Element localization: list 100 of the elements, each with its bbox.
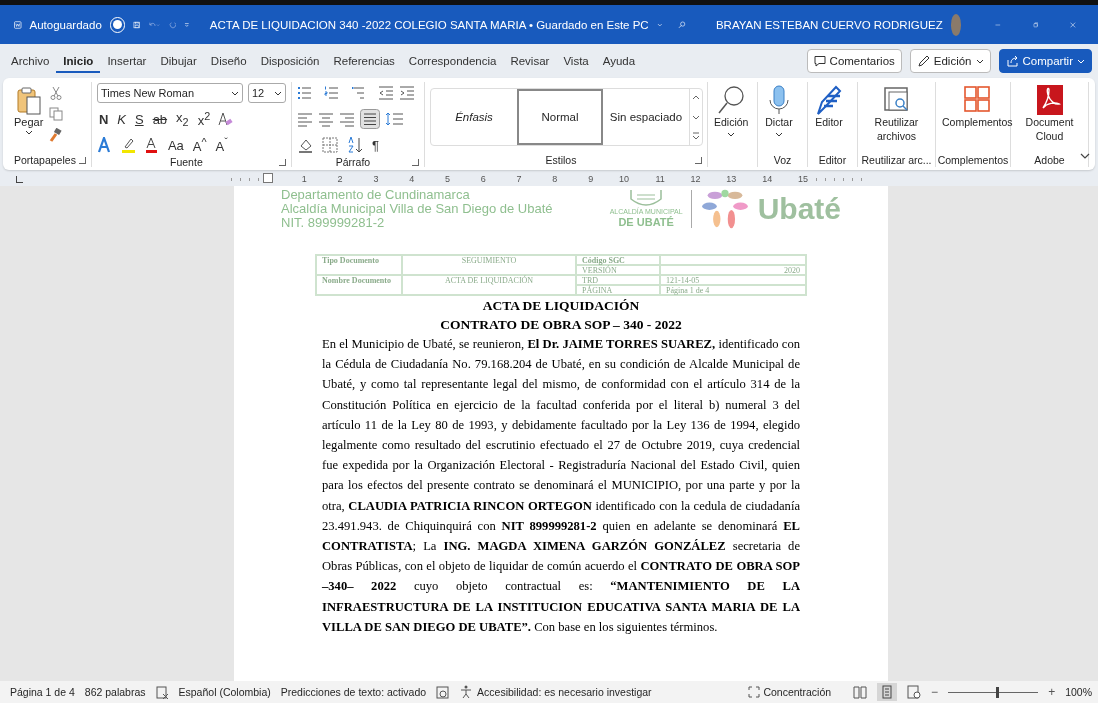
menu-tab[interactable]: Archivo [4,49,57,73]
format-button[interactable]: K [115,111,128,127]
format-button[interactable]: x$_{2}$ [174,110,191,128]
font-size-field[interactable]: 12 [247,83,286,103]
menu-tab[interactable]: Inicio [56,49,101,73]
document-heading: CONTRATO DE OBRA SOP – 340 - 2022 [440,316,682,334]
align-center-icon[interactable] [317,111,334,127]
font-name-field[interactable]: Times New Roman [96,83,243,103]
sort-icon[interactable] [346,136,365,154]
format-button[interactable]: x$^{2}$ [195,109,213,129]
scroll-down-icon[interactable] [692,113,700,121]
align-left-icon[interactable] [296,111,313,127]
table-cell: TRD [576,275,660,285]
zoom-level[interactable]: 100% [1065,686,1092,698]
word-count[interactable]: 862 palabras [84,686,146,698]
format-button[interactable]: S [132,111,146,127]
print-layout-icon[interactable] [877,683,898,701]
dialog-launcher-icon[interactable] [695,156,702,164]
group-label: Voz [773,154,792,166]
align-right-icon[interactable] [338,111,355,127]
menu-tab[interactable]: Revisar [503,49,557,73]
copy-icon[interactable] [49,107,64,121]
decrease-indent-icon[interactable] [377,85,394,101]
tab-selector-icon[interactable] [16,175,23,183]
share-icon [1005,54,1019,68]
menu-tab[interactable]: Referencias [326,49,402,73]
show-formatting-button[interactable]: ¶ [369,137,381,153]
group-label: Párrafo [334,156,372,168]
document-title[interactable]: ACTA DE LIQUIDACION 340 -2022 COLEGIO SANTA MARIA • Guardado en Este PC [209,18,649,31]
user-name[interactable]: BRAYAN ESTEBAN CUERVO RODRIGUEZ [715,18,943,31]
ribbon-large-button[interactable]: Dictar [764,82,794,138]
menu-tab[interactable]: Insertar [100,49,154,73]
dialog-launcher-icon[interactable] [278,158,286,166]
font-size-button[interactable]: Aa [165,137,186,153]
menu-tab[interactable]: Disposición [253,49,327,73]
seal-name: DE UBATÉ [618,216,674,228]
share-button[interactable]: Compartir [998,49,1092,73]
menu-tab[interactable]: Diseño [203,49,254,73]
group-label: Complementos [937,154,1009,166]
menu-tab[interactable]: Vista [556,49,596,73]
accessibility-status[interactable]: Accesibilidad: es necesario investigar [477,686,652,698]
text-predictions-status[interactable]: Predicciones de texto: activado [280,686,427,698]
highlight-icon[interactable] [119,137,138,153]
dialog-launcher-icon[interactable] [412,158,419,166]
font-size-button[interactable]: A$^{^}$ [190,135,209,155]
macro-icon[interactable] [436,685,450,699]
style-option[interactable]: Normal [517,89,603,145]
more-styles-icon[interactable] [692,131,700,140]
group-label: Estilos [544,154,578,166]
clear-formatting-icon[interactable] [217,111,234,127]
web-layout-icon[interactable] [907,685,922,699]
paste-button[interactable]: Pegar [14,82,44,136]
ribbon-large-button[interactable]: Document Cloud [1017,82,1082,144]
group-label: Adobe [1034,154,1065,166]
increase-indent-icon[interactable] [398,85,415,101]
ribbon-large-button[interactable]: Reutilizar archivos [864,82,929,144]
zoom-in-button[interactable]: + [1048,685,1056,699]
group-label: Editor [818,154,847,166]
table-cell: SEGUIMIENTO [402,255,576,275]
style-option[interactable]: Sin espaciado [603,89,689,145]
ribbon-large-button[interactable]: Complementos [942,82,1013,130]
caret-icon [975,57,984,65]
indent-marker-icon[interactable] [263,173,273,183]
justify-icon[interactable] [359,109,380,129]
comments-button[interactable]: Comentarios [806,49,902,73]
table-cell: 2020 [660,265,806,275]
dialog-launcher-icon[interactable] [78,156,86,164]
group-label: Portapapeles [14,154,76,166]
table-cell: Página 1 de 4 [660,285,806,295]
ribbon-large-button[interactable]: Edición [714,82,749,138]
caret-icon [1077,57,1085,65]
menu-tab[interactable]: Ayuda [595,49,643,73]
font-size-button[interactable]: A$^{ˇ}$ [213,135,230,155]
group-label: Fuente [169,156,204,168]
editing-mode-button[interactable]: Edición [909,49,991,73]
style-option[interactable]: Énfasis [431,89,517,145]
focus-icon [748,686,761,698]
format-button[interactable]: ab [150,111,170,127]
cut-icon[interactable] [49,86,64,100]
table-cell: PÁGINA [576,285,660,295]
accessibility-icon[interactable] [459,685,474,699]
zoom-out-button[interactable]: − [931,685,939,699]
focus-mode-button[interactable]: Concentración [748,686,832,698]
caret-icon [24,128,33,136]
comment-icon [813,55,826,67]
flower-logo-icon [699,188,750,230]
document-heading: ACTA DE LIQUIDACIÓN [482,297,640,315]
language-status[interactable]: Español (Colombia) [178,686,271,698]
letterhead-line: Alcaldía Municipal Villa de San Diego de Ubaté [281,202,554,216]
letterhead-line: NIT. 899999281-2 [281,216,386,230]
read-mode-icon[interactable] [853,685,868,699]
ribbon-large-button[interactable]: Editor [814,82,844,130]
format-painter-icon[interactable] [49,128,64,142]
menu-tab[interactable]: Dibujar [153,49,204,73]
page-count[interactable]: Página 1 de 4 [10,686,75,698]
format-button[interactable]: N [96,111,111,127]
letterhead-line: Departamento de Cundinamarca [281,188,471,202]
line-spacing-icon[interactable] [384,111,405,127]
proofing-icon[interactable] [155,685,169,699]
menu-tab[interactable]: Correspondencia [401,49,504,73]
